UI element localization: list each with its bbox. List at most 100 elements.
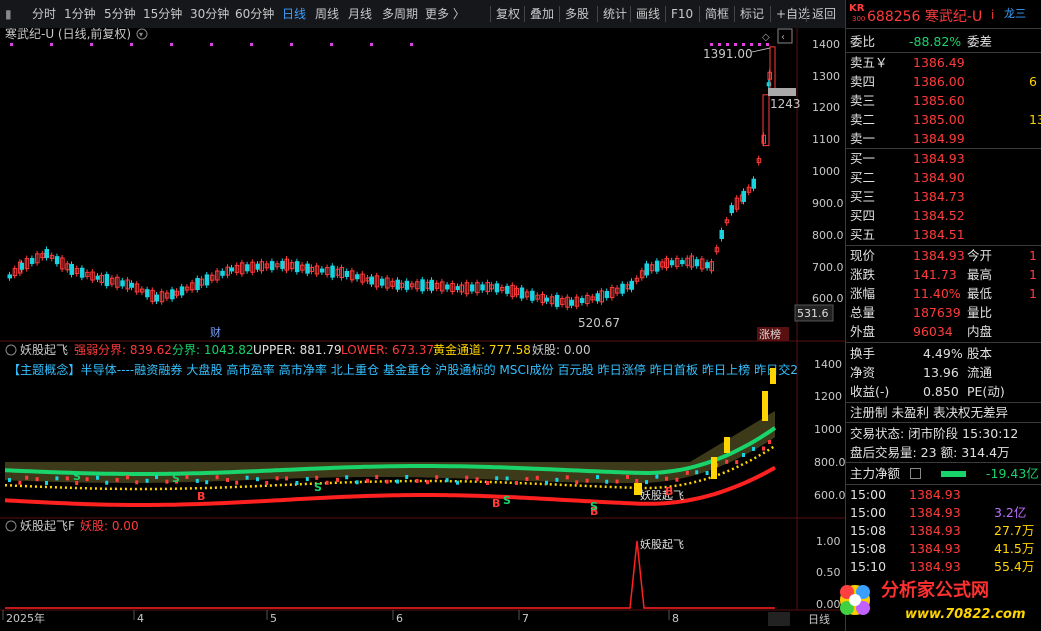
- info-icon[interactable]: i: [991, 8, 994, 22]
- period-tab[interactable]: 多周期: [382, 5, 418, 23]
- indicator-candle: [575, 480, 579, 485]
- period-tab[interactable]: 30分钟: [190, 5, 229, 23]
- list-icon[interactable]: [910, 468, 921, 479]
- menu-icon[interactable]: ▮: [5, 5, 12, 23]
- period-tab[interactable]: 60分钟: [235, 5, 274, 23]
- toolbar-action-button[interactable]: 多股: [565, 5, 589, 23]
- trade-signal-mark: B: [492, 497, 500, 510]
- candle: [705, 262, 710, 269]
- candle: [104, 274, 110, 287]
- indicator-candle: [525, 477, 529, 482]
- time-axis-label: 5: [270, 612, 277, 625]
- divider: [846, 245, 1041, 246]
- indicator-candle: [366, 478, 369, 483]
- candle: [494, 283, 500, 293]
- candle: [319, 268, 325, 273]
- quote-cell: 买五: [850, 227, 876, 242]
- scroll-handle[interactable]: [768, 612, 790, 626]
- period-tab[interactable]: 更多 〉: [425, 5, 465, 23]
- stat-row: 净资 13.96 流通: [846, 364, 1041, 382]
- tick-row: 15:08 1384.93 27.7万: [846, 522, 1041, 540]
- quote-cell: 1384.93: [909, 523, 961, 538]
- indicator-candle: [135, 480, 139, 485]
- marker-dot: [370, 43, 373, 46]
- toolbar-divider: [524, 6, 525, 22]
- candle: [179, 286, 185, 296]
- indicator-name: 妖股起飞: [20, 343, 68, 357]
- toolbar-divider: [770, 6, 771, 22]
- marker-dot: [210, 43, 213, 46]
- indicator-candle: [226, 478, 229, 483]
- quote-cell: 换手: [850, 346, 876, 361]
- period-tab[interactable]: 1分钟: [64, 5, 96, 23]
- bid-row: 买一 1384.93: [846, 150, 1041, 168]
- toolbar-divider: [699, 6, 700, 22]
- tick-row: 15:00 1384.93: [846, 486, 1041, 504]
- quote-cell: 收益(-): [850, 384, 890, 399]
- stock-code-name: 688256 寒武纪-U: [867, 9, 983, 25]
- candle: [154, 294, 159, 302]
- marker-dot: [130, 43, 133, 46]
- period-tab[interactable]: 15分钟: [143, 5, 182, 23]
- period-tab[interactable]: 分时: [32, 5, 56, 23]
- trade-signal-mark: S: [590, 500, 598, 513]
- period-tab[interactable]: 月线: [348, 5, 372, 23]
- quote-cell: 内盘: [967, 324, 993, 339]
- toolbar-action-button[interactable]: +自选: [776, 5, 810, 23]
- indicator-candle: [45, 480, 48, 485]
- period-tab[interactable]: 日线: [282, 5, 306, 23]
- indicator-candle: [435, 475, 439, 480]
- quote-cell: 1384.73: [913, 189, 965, 204]
- indicator-candle: [205, 480, 209, 485]
- toolbar-action-button[interactable]: F10: [671, 5, 693, 23]
- indicator-candle: [195, 478, 199, 483]
- candle: [669, 260, 675, 266]
- candle: [44, 249, 49, 259]
- toolbar-action-button[interactable]: 复权: [496, 5, 520, 23]
- indicator-candle: [275, 476, 279, 481]
- indicator-candle: [505, 476, 509, 481]
- quote-cell: 卖一: [850, 131, 876, 146]
- toolbar-action-button[interactable]: 画线: [636, 5, 660, 23]
- candle: [204, 274, 210, 286]
- toolbar-action-button[interactable]: 标记: [740, 5, 764, 23]
- toolbar-action-button[interactable]: 返回: [812, 5, 836, 23]
- indicator-candle: [555, 477, 559, 482]
- candle: [530, 290, 535, 301]
- indicator-candle: [245, 475, 249, 480]
- trade-signal-mark: S: [314, 481, 322, 494]
- period-tab[interactable]: 5分钟: [104, 5, 136, 23]
- quote-cell: 187639: [913, 305, 961, 320]
- indicator-candle: [515, 480, 518, 485]
- indicator-candle: [215, 475, 219, 480]
- quote-cell: 盘后交易量: 23 额: 314.4万: [850, 445, 1010, 460]
- marker-dot: [766, 43, 769, 46]
- quote-cell: 净资: [850, 365, 876, 380]
- bid-row: 买三 1384.73: [846, 188, 1041, 206]
- toolbar-action-button[interactable]: 统计: [603, 5, 627, 23]
- toolbar-action-button[interactable]: 叠加: [530, 5, 554, 23]
- candle: [395, 279, 400, 290]
- candle: [255, 263, 260, 270]
- net-flow-bar: [941, 471, 966, 477]
- indicator-candle: [596, 475, 599, 480]
- quote-row: 涨幅 11.40% 最低 1: [846, 285, 1041, 303]
- indicator-candle: [495, 476, 499, 481]
- indicator-candle: [465, 475, 469, 480]
- marker-dot: [250, 43, 253, 46]
- net-flow-value: -19.43亿: [986, 466, 1039, 481]
- candle: [719, 230, 724, 239]
- quote-cell: 1: [1029, 286, 1037, 301]
- indicator-axis-label: 1400: [814, 358, 842, 371]
- rank-badge[interactable]: 龙三: [1004, 5, 1026, 21]
- financial-report-marker[interactable]: 财: [210, 325, 221, 339]
- price-axis-label: 1400: [812, 38, 840, 51]
- indicator-candle: [475, 477, 479, 482]
- divider: [846, 422, 1041, 423]
- toolbar-action-button[interactable]: 简框: [705, 5, 729, 23]
- candle: [569, 299, 574, 306]
- candle: [420, 279, 425, 292]
- period-tab[interactable]: 周线: [315, 5, 339, 23]
- trade-signal-mark: B: [665, 485, 673, 498]
- candle: [29, 257, 35, 264]
